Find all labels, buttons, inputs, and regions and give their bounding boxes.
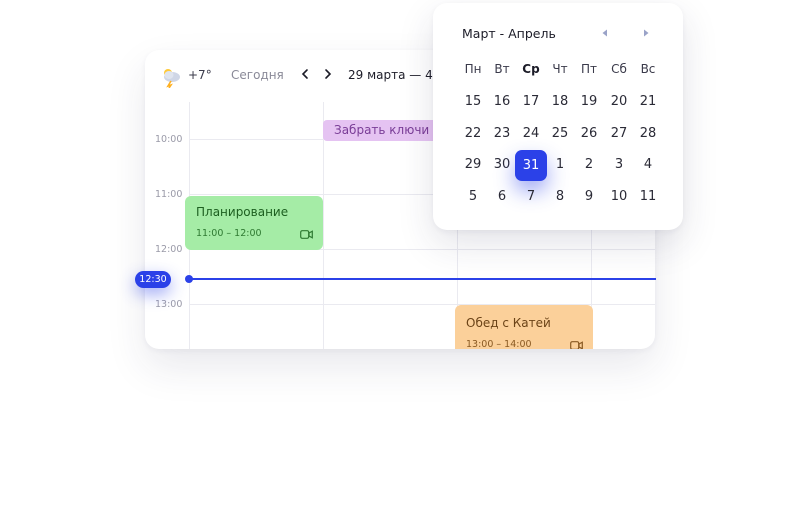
day-cell[interactable]: 17 <box>516 91 546 113</box>
day-cell[interactable]: 10 <box>604 186 634 208</box>
day-cell[interactable]: 30 <box>487 154 517 176</box>
day-cell[interactable]: 5 <box>458 186 488 208</box>
day-cell[interactable]: 23 <box>487 123 517 145</box>
day-cell[interactable]: 8 <box>545 186 575 208</box>
hour-label: 11:00 <box>155 189 183 200</box>
hour-label: 12:00 <box>155 244 183 255</box>
weekday-label: Чт <box>552 62 568 76</box>
video-icon <box>570 341 583 349</box>
event-title: Планирование <box>196 205 289 219</box>
day-cell[interactable]: 7 <box>516 186 546 208</box>
temperature: +7° <box>188 68 212 82</box>
day-cell[interactable]: 16 <box>487 91 517 113</box>
weekday-label: Пн <box>464 62 482 76</box>
day-cell-selected[interactable]: 31 <box>515 150 547 181</box>
weekday-label: Ср <box>522 62 540 76</box>
day-cell[interactable]: 15 <box>458 91 488 113</box>
day-cell[interactable]: 27 <box>604 123 634 145</box>
day-cell[interactable]: 19 <box>574 91 604 113</box>
video-icon <box>300 230 313 239</box>
chevron-right-icon[interactable] <box>321 65 335 83</box>
day-cell[interactable]: 18 <box>545 91 575 113</box>
hour-label: 13:00 <box>155 299 183 310</box>
day-cell[interactable]: 11 <box>633 186 663 208</box>
weekday-label: Вт <box>494 62 510 76</box>
event-time: 13:00 – 14:00 <box>466 339 532 349</box>
triangle-left-icon[interactable] <box>601 29 609 37</box>
date-picker: Март - Апрель Пн Вт Ср Чт Пт Сб Вс 15 16 17 18 19 2… <box>433 3 683 230</box>
day-cell[interactable]: 29 <box>458 154 488 176</box>
cloud-sun-icon <box>164 69 180 88</box>
day-cell[interactable]: 26 <box>574 123 604 145</box>
day-cell[interactable]: 9 <box>574 186 604 208</box>
day-cell[interactable]: 22 <box>458 123 488 145</box>
day-cell[interactable]: 6 <box>487 186 517 208</box>
event-time: 11:00 – 12:00 <box>196 228 262 239</box>
day-cell[interactable]: 1 <box>545 154 575 176</box>
hour-label: 10:00 <box>155 134 183 145</box>
today-button[interactable]: Сегодня <box>231 68 284 82</box>
chevron-left-icon[interactable] <box>298 65 312 83</box>
triangle-right-icon[interactable] <box>642 29 650 37</box>
day-cell[interactable]: 25 <box>545 123 575 145</box>
current-time-badge: 12:30 <box>135 271 171 288</box>
day-cell[interactable]: 2 <box>574 154 604 176</box>
weekday-label: Вс <box>640 62 656 76</box>
event-lunch-with-katya[interactable]: Обед с Катей 13:00 – 14:00 <box>455 305 593 349</box>
day-cell[interactable]: 4 <box>633 154 663 176</box>
day-cell[interactable]: 24 <box>516 123 546 145</box>
date-range-label: 29 марта — 4 а <box>348 68 444 82</box>
day-cell[interactable]: 28 <box>633 123 663 145</box>
event-planning[interactable]: Планирование 11:00 – 12:00 <box>185 196 323 250</box>
event-pick-up-keys[interactable]: Забрать ключи <box>323 120 443 141</box>
event-title: Обед с Катей <box>466 316 551 330</box>
current-time-dot <box>185 275 193 283</box>
day-cell[interactable]: 3 <box>604 154 634 176</box>
day-cell[interactable]: 21 <box>633 91 663 113</box>
weekday-label: Сб <box>611 62 627 76</box>
current-time-line <box>189 278 656 280</box>
picker-month-title: Март - Апрель <box>462 26 556 41</box>
day-cell[interactable]: 20 <box>604 91 634 113</box>
event-title: Забрать ключи <box>334 123 430 137</box>
weekday-label: Пт <box>580 62 597 76</box>
